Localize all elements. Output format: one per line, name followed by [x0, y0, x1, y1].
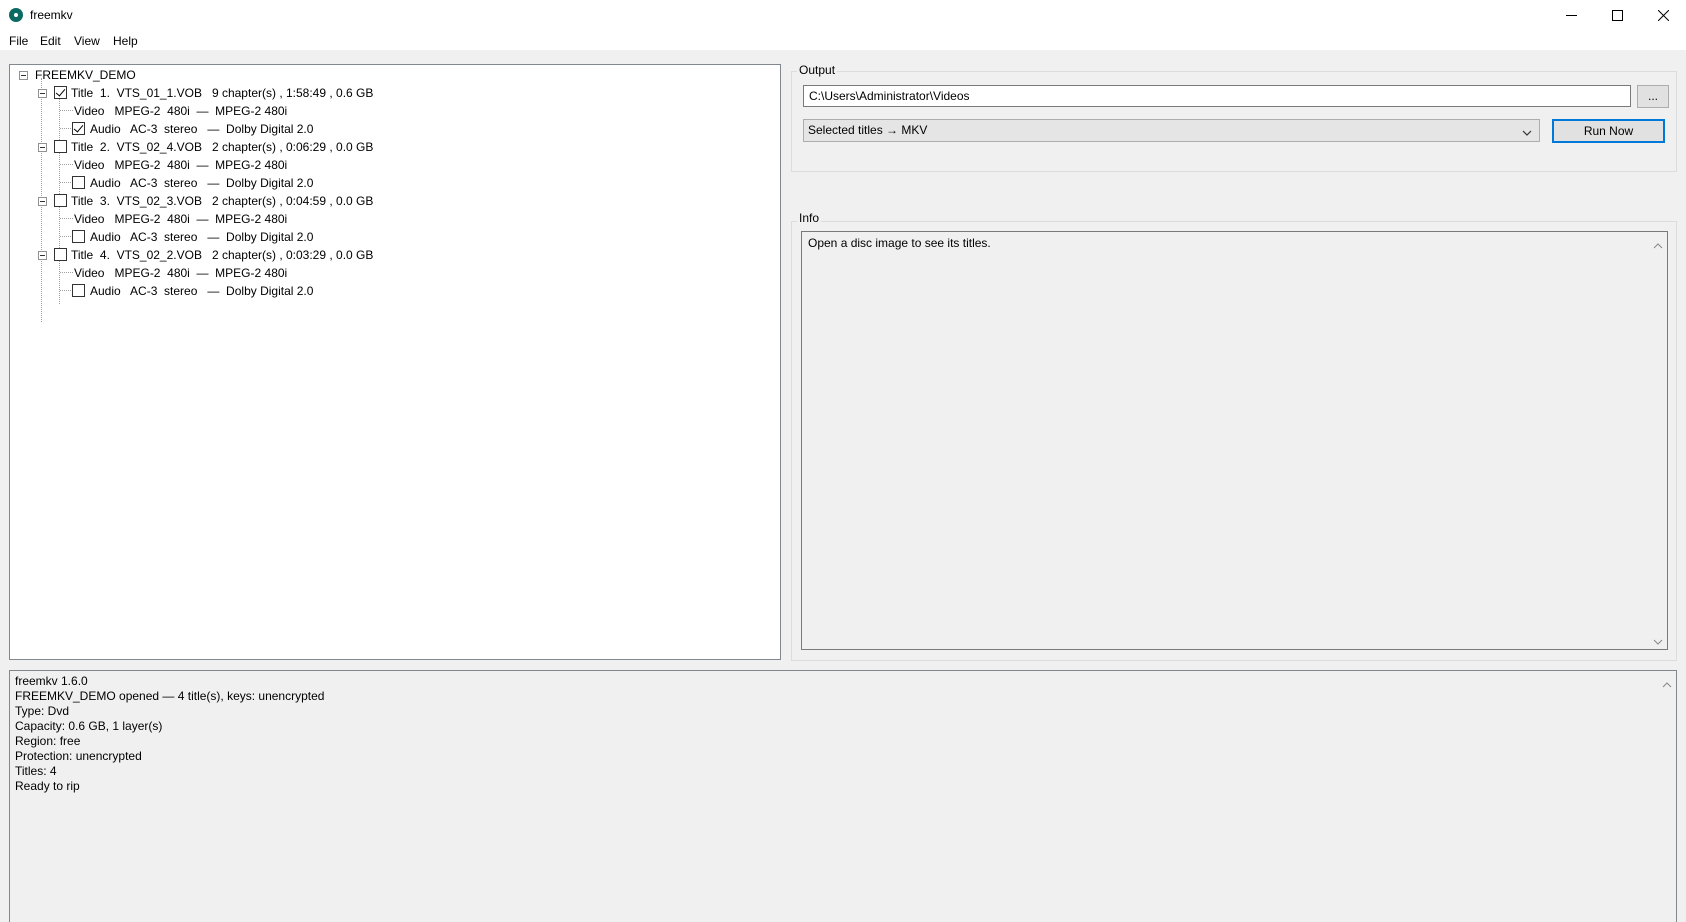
log-line: Ready to rip — [15, 779, 80, 793]
minimize-icon — [1565, 10, 1577, 21]
tree-item-title-4-video[interactable]: Video MPEG-2 480i — MPEG-2 480i — [74, 265, 287, 281]
log-panel[interactable]: freemkv 1.6.0 FREEMKV_DEMO opened — 4 ti… — [9, 670, 1677, 922]
tree-line — [59, 149, 60, 196]
run-now-button[interactable]: Run Now — [1552, 119, 1665, 143]
log-line: Type: Dvd — [15, 704, 70, 718]
title-4-audio-checkbox[interactable] — [72, 284, 85, 297]
title-1-audio-checkbox[interactable] — [72, 122, 85, 135]
log-line: Protection: unencrypted — [15, 749, 142, 763]
tree-item-title-1[interactable]: Title 1. VTS_01_1.VOB 9 chapter(s) , 1:5… — [71, 85, 373, 101]
log-line: freemkv 1.6.0 — [15, 674, 88, 688]
tree-item-title-4[interactable]: Title 4. VTS_02_2.VOB 2 chapter(s) , 0:0… — [71, 247, 373, 263]
menu-view[interactable]: View — [74, 34, 100, 48]
title-4-checkbox[interactable] — [54, 248, 67, 261]
info-group-label: Info — [797, 211, 822, 225]
title-2-checkbox[interactable] — [54, 140, 67, 153]
log-line: Region: free — [15, 734, 81, 748]
tree-line — [60, 272, 73, 273]
title-3-checkbox[interactable] — [54, 194, 67, 207]
tree-line — [60, 164, 73, 165]
expand-toggle-root[interactable] — [19, 71, 28, 80]
maximize-icon — [1611, 9, 1623, 21]
expand-toggle-title-3[interactable] — [38, 197, 47, 206]
menu-edit[interactable]: Edit — [40, 34, 61, 48]
maximize-button[interactable] — [1594, 0, 1640, 30]
title-1-checkbox[interactable] — [54, 86, 67, 99]
menu-file[interactable]: File — [9, 34, 28, 48]
tree-item-title-3-audio[interactable]: Audio AC-3 stereo — Dolby Digital 2.0 — [90, 229, 313, 245]
window-title: freemkv — [30, 8, 73, 22]
close-icon — [1657, 9, 1669, 21]
title-tree[interactable]: FREEMKV_DEMO Title 1. VTS_01_1.VOB 9 cha… — [9, 64, 781, 660]
output-mode-select[interactable]: Selected titles → MKV — [803, 119, 1540, 142]
menu-bar: File Edit View Help — [0, 30, 1686, 52]
title-bar: freemkv — [0, 0, 1686, 30]
tree-item-title-4-audio[interactable]: Audio AC-3 stereo — Dolby Digital 2.0 — [90, 283, 313, 299]
info-textbox[interactable]: Open a disc image to see its titles. — [801, 231, 1668, 650]
tree-item-title-2-audio[interactable]: Audio AC-3 stereo — Dolby Digital 2.0 — [90, 175, 313, 191]
expand-toggle-title-4[interactable] — [38, 251, 47, 260]
minimize-button[interactable] — [1548, 0, 1594, 30]
tree-item-title-1-audio[interactable]: Audio AC-3 stereo — Dolby Digital 2.0 — [90, 121, 313, 137]
tree-item-title-2-video[interactable]: Video MPEG-2 480i — MPEG-2 480i — [74, 157, 287, 173]
title-3-audio-checkbox[interactable] — [72, 230, 85, 243]
tree-root[interactable]: FREEMKV_DEMO — [35, 67, 136, 83]
output-group-label: Output — [797, 63, 838, 77]
tree-line — [60, 110, 73, 111]
menu-help[interactable]: Help — [113, 34, 138, 48]
output-path-input[interactable]: C:\Users\Administrator\Videos — [803, 85, 1631, 107]
chevron-down-icon — [1522, 126, 1532, 140]
title-2-audio-checkbox[interactable] — [72, 176, 85, 189]
freemkv-window: freemkv File Edit View Help FREEMKV_DEMO… — [0, 0, 1686, 922]
tree-item-title-3[interactable]: Title 3. VTS_02_3.VOB 2 chapter(s) , 0:0… — [71, 193, 373, 209]
browse-button[interactable]: ... — [1637, 85, 1669, 108]
output-mode-value: Selected titles → MKV — [808, 123, 928, 137]
info-text: Open a disc image to see its titles. — [808, 236, 991, 250]
log-line: Capacity: 0.6 GB, 1 layer(s) — [15, 719, 163, 733]
close-button[interactable] — [1640, 0, 1686, 30]
tree-line — [59, 257, 60, 304]
log-line: Titles: 4 — [15, 764, 57, 778]
tree-line — [60, 218, 73, 219]
freemkv-app-icon — [9, 8, 23, 22]
expand-toggle-title-2[interactable] — [38, 143, 47, 152]
scroll-down-arrow-icon[interactable] — [1653, 635, 1663, 645]
expand-toggle-title-1[interactable] — [38, 89, 47, 98]
tree-line — [59, 203, 60, 250]
tree-item-title-3-video[interactable]: Video MPEG-2 480i — MPEG-2 480i — [74, 211, 287, 227]
scroll-up-arrow-icon[interactable] — [1653, 238, 1663, 249]
log-line: FREEMKV_DEMO opened — 4 title(s), keys: … — [15, 689, 325, 703]
tree-line — [59, 95, 60, 142]
log-scroll-up-arrow-icon[interactable] — [1662, 677, 1672, 691]
tree-item-title-2[interactable]: Title 2. VTS_02_4.VOB 2 chapter(s) , 0:0… — [71, 139, 373, 155]
tree-item-title-1-video[interactable]: Video MPEG-2 480i — MPEG-2 480i — [74, 103, 287, 119]
